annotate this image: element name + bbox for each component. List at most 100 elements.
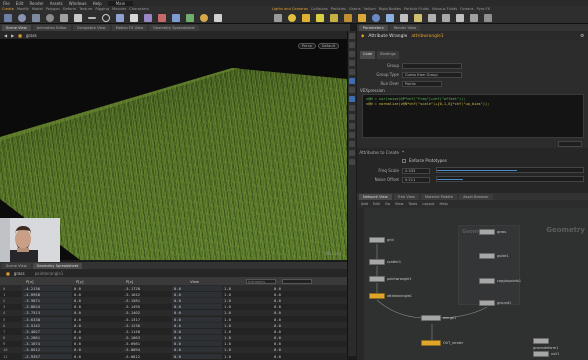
menu-file[interactable]: File (3, 1, 10, 6)
attributes-value[interactable]: * (402, 150, 404, 155)
spot-light-tool-icon[interactable] (302, 14, 310, 22)
tab-render-view[interactable]: Render View (389, 24, 421, 31)
point-light-tool-icon[interactable] (288, 14, 296, 22)
wireframe-icon[interactable] (349, 60, 355, 66)
curve-tool-icon[interactable] (116, 14, 124, 22)
file-tool-icon[interactable] (214, 14, 222, 22)
tab-asset-browser[interactable]: Asset Browser (459, 193, 493, 200)
metaball-tool-icon[interactable] (200, 14, 208, 22)
tube-tool-icon[interactable] (32, 14, 40, 22)
null-tool-icon[interactable] (74, 14, 82, 22)
header-px[interactable]: P[x] (26, 279, 76, 284)
menu-assets[interactable]: Assets (50, 1, 63, 6)
subtab-code[interactable]: Code (360, 51, 376, 59)
forward-arrow-icon[interactable]: ▶ (11, 33, 14, 38)
node-ground[interactable]: ground1 (479, 300, 511, 306)
enforce-checkbox[interactable] (402, 158, 406, 163)
ghost-icon[interactable] (349, 96, 355, 102)
ambient-light-tool-icon[interactable] (442, 14, 450, 22)
geometry-light-tool-icon[interactable] (330, 14, 338, 22)
shelf-tab-oceans[interactable]: Oceans (460, 7, 473, 11)
menu-help[interactable]: Help (93, 1, 102, 6)
volume-light-tool-icon[interactable] (344, 14, 352, 22)
node-grid[interactable]: grid (369, 237, 394, 243)
camera-lock-icon[interactable] (349, 123, 355, 129)
tab-animation-editor[interactable]: Animation Editor (32, 24, 71, 31)
spreadsheet-node[interactable]: pointwrangle1 (35, 271, 64, 276)
gear-icon[interactable]: ⚙ (580, 34, 584, 39)
tab-scene-view[interactable]: Scene View (2, 24, 31, 31)
draw-curve-tool-icon[interactable] (130, 14, 138, 22)
group-field[interactable] (402, 62, 462, 69)
freq-slider[interactable] (436, 167, 584, 173)
tab-composite-view[interactable]: Composite View (72, 24, 110, 31)
shading-icon[interactable] (349, 51, 355, 57)
network-menu-tools[interactable]: Tools (408, 202, 417, 206)
network-editor[interactable]: Geometry Geometry grid scatter1 pointwra… (357, 208, 588, 360)
network-menu-view[interactable]: View (395, 202, 404, 206)
sop-context-icon[interactable]: ■ (6, 271, 10, 276)
path-tool-icon[interactable] (144, 14, 152, 22)
area-light-tool-icon[interactable] (316, 14, 324, 22)
shelf-tab-rigging[interactable]: Rigging (95, 7, 109, 11)
shelf-tab-muscles[interactable]: Muscles (112, 7, 126, 11)
sphere-tool-icon[interactable] (18, 14, 26, 22)
header-pz[interactable]: P[z] (126, 279, 176, 284)
node-pointwrangle[interactable]: pointwrangle1 (369, 276, 411, 282)
freq-field[interactable]: 0.333 (402, 167, 430, 174)
lighting-icon[interactable] (349, 42, 355, 48)
spray-paint-tool-icon[interactable] (158, 14, 166, 22)
tab-network-view[interactable]: Network View (359, 193, 392, 200)
gi-light-tool-icon[interactable] (400, 14, 408, 22)
subtab-bindings[interactable]: Bindings (377, 51, 399, 59)
tab-tree-view[interactable]: Tree View (393, 193, 419, 200)
display-options-icon[interactable] (349, 33, 355, 39)
camera-tool-icon[interactable] (274, 14, 282, 22)
show-points-icon[interactable] (349, 159, 355, 165)
shelf-tab-modify[interactable]: Modify (17, 7, 29, 11)
shelf-tab-characters[interactable]: Characters (129, 7, 149, 11)
shelf-tab-particle-fluids[interactable]: Particle Fluids (404, 7, 429, 11)
shelf-tab-vellum[interactable]: Vellum (364, 7, 376, 11)
distant-light-tool-icon[interactable] (358, 14, 366, 22)
shelf-tab-deform[interactable]: Deform (63, 7, 76, 11)
home-view-icon[interactable] (349, 78, 355, 84)
stereo-camera-tool-icon[interactable] (456, 14, 464, 22)
grid-tool-icon[interactable] (60, 14, 68, 22)
background-icon[interactable] (349, 69, 355, 75)
filter-field[interactable] (282, 278, 312, 284)
tab-motion-fx-view[interactable]: Motion FX View (111, 24, 148, 31)
network-menu-help[interactable]: Help (440, 202, 448, 206)
display-menu[interactable]: Default (317, 43, 339, 49)
attrib-create-field[interactable] (558, 141, 582, 147)
visualizer-icon[interactable] (349, 114, 355, 120)
node-merge[interactable]: merge1 (421, 315, 456, 321)
show-handles-icon[interactable] (349, 132, 355, 138)
tab-geometry-spreadsheet[interactable]: Geometry Spreadsheet (149, 24, 199, 31)
show-grid-icon[interactable] (349, 141, 355, 147)
vex-code-editor[interactable]: v@N = curlnoise(@P*chf("freq")+chf("offs… (362, 94, 584, 138)
offset-field[interactable]: 0.211 (402, 176, 430, 183)
shelf-tab-particles[interactable]: Particles (331, 7, 346, 11)
node-out-render[interactable]: OUT_render (421, 340, 463, 346)
back-arrow-icon[interactable]: ◀ (4, 33, 7, 38)
node-scatter[interactable]: scatter1 (369, 259, 401, 265)
viewport-path[interactable]: grass (26, 33, 37, 38)
shelf-tab-create[interactable]: Create (2, 7, 14, 11)
menu-render[interactable]: Render (29, 1, 43, 6)
shelf-tab-rigid-bodies[interactable]: Rigid Bodies (379, 7, 401, 11)
node-name-field[interactable]: attribwrangle1 (411, 34, 443, 39)
tab-parameters[interactable]: Parameters (359, 24, 388, 31)
box-tool-icon[interactable] (4, 14, 12, 22)
run-over-menu[interactable]: Points (402, 80, 442, 87)
shelf-tab-collisions[interactable]: Collisions (311, 7, 328, 11)
network-menu-go[interactable]: Go (385, 202, 390, 206)
frame-selected-icon[interactable] (349, 87, 355, 93)
obj-context-icon[interactable]: ■ (18, 33, 22, 38)
torus-tool-icon[interactable] (46, 14, 54, 22)
l-system-tool-icon[interactable] (186, 14, 194, 22)
camera-menu[interactable]: Persp (297, 43, 316, 49)
vr-camera-tool-icon[interactable] (470, 14, 478, 22)
environment-light-tool-icon[interactable] (372, 14, 380, 22)
shelf-tab-pyro[interactable]: Pyro FX (477, 7, 491, 11)
